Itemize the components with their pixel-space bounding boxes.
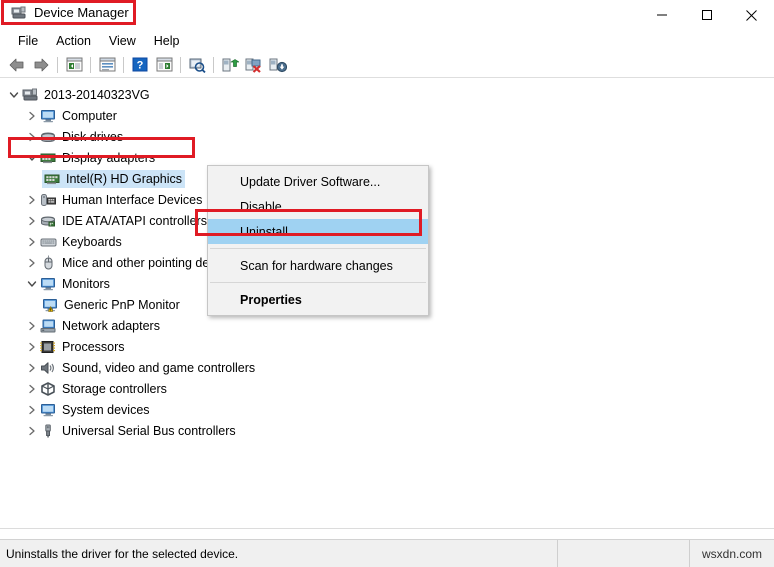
menu-help[interactable]: Help [145, 32, 189, 50]
chevron-right-icon[interactable] [24, 129, 40, 145]
chevron-down-icon[interactable] [6, 87, 22, 103]
back-button[interactable] [6, 54, 28, 76]
status-pane-secondary [558, 540, 690, 567]
toolbar-separator [57, 56, 58, 73]
computer-icon [40, 108, 57, 124]
tree-item-system-devices[interactable]: System devices [0, 399, 560, 420]
mouse-icon [40, 255, 57, 271]
chevron-right-icon[interactable] [24, 402, 40, 418]
context-menu-separator [210, 282, 426, 283]
device-manager-icon [11, 5, 27, 21]
usb-controller-icon [40, 423, 57, 439]
toolbar-separator [213, 56, 214, 73]
monitor-warning-icon [42, 297, 59, 313]
window-title: Device Manager [34, 5, 129, 20]
tree-item-usb-controllers[interactable]: Universal Serial Bus controllers [0, 420, 560, 441]
toolbar-separator [123, 56, 124, 73]
minimize-button[interactable] [639, 0, 684, 30]
help-question-icon[interactable]: ? [129, 54, 151, 76]
chevron-down-icon[interactable] [24, 150, 40, 166]
chevron-right-icon[interactable] [24, 339, 40, 355]
context-menu-item-update-driver-software[interactable]: Update Driver Software... [208, 169, 428, 194]
console-tree-icon[interactable] [63, 54, 85, 76]
tree-item-processors[interactable]: Processors [0, 336, 560, 357]
tree-item-label: Processors [62, 339, 125, 354]
system-device-icon [40, 402, 57, 418]
display-adapter-icon [44, 171, 61, 187]
tree-item-network-adapters[interactable]: Network adapters [0, 315, 560, 336]
ide-controller-icon [40, 213, 57, 229]
tree-item-storage-controllers[interactable]: Storage controllers [0, 378, 560, 399]
processor-icon [40, 339, 57, 355]
menu-file[interactable]: File [9, 32, 47, 50]
update-driver-icon[interactable] [219, 54, 241, 76]
menu-action[interactable]: Action [47, 32, 100, 50]
title-bar: Device Manager [0, 0, 774, 30]
tree-item-label: Universal Serial Bus controllers [62, 423, 236, 438]
chevron-right-icon[interactable] [24, 381, 40, 397]
maximize-button[interactable] [684, 0, 729, 30]
toolbar-separator [180, 56, 181, 73]
tree-item-label: Generic PnP Monitor [64, 297, 180, 312]
chevron-right-icon[interactable] [24, 234, 40, 250]
toolbar: ? [0, 52, 774, 78]
chevron-down-icon[interactable] [24, 276, 40, 292]
chevron-right-icon[interactable] [24, 318, 40, 334]
chevron-right-icon[interactable] [24, 213, 40, 229]
chevron-right-icon[interactable] [24, 255, 40, 271]
tree-item-label: Storage controllers [62, 381, 167, 396]
context-menu[interactable]: Update Driver Software... Disable Uninst… [207, 165, 429, 316]
tree-item-label: Keyboards [62, 234, 122, 249]
status-message: Uninstalls the driver for the selected d… [0, 540, 558, 567]
tree-item-root[interactable]: 2013-20140323VG [0, 84, 560, 105]
menu-bar: File Action View Help [0, 30, 774, 52]
tree-item-label: Disk drives [62, 129, 124, 144]
menu-view[interactable]: View [100, 32, 145, 50]
tree-item-disk-drives[interactable]: Disk drives [0, 126, 560, 147]
disk-drive-icon [40, 129, 57, 145]
tree-item-label: Sound, video and game controllers [62, 360, 256, 375]
tree-item-label: System devices [62, 402, 150, 417]
tree-item-label: Monitors [62, 276, 110, 291]
chevron-right-icon[interactable] [24, 423, 40, 439]
context-menu-separator [210, 248, 426, 249]
tree-item-computer[interactable]: Computer [0, 105, 560, 126]
uninstall-red-x-icon[interactable] [243, 54, 265, 76]
context-menu-item-scan-for-hardware-changes[interactable]: Scan for hardware changes [208, 253, 428, 278]
disable-down-arrow-icon[interactable] [267, 54, 289, 76]
keyboard-icon [40, 234, 57, 250]
context-menu-item-uninstall[interactable]: Uninstall [208, 219, 428, 244]
properties-window-icon[interactable] [96, 54, 118, 76]
tree-item-label: Computer [62, 108, 117, 123]
display-adapter-icon [40, 150, 57, 166]
svg-text:?: ? [137, 60, 144, 72]
action-pane-icon[interactable] [153, 54, 175, 76]
scan-magnifier-icon[interactable] [186, 54, 208, 76]
storage-controller-icon [40, 381, 57, 397]
chevron-right-icon[interactable] [24, 360, 40, 376]
tree-item-label: 2013-20140323VG [44, 87, 150, 102]
monitor-icon [40, 276, 57, 292]
status-bar: Uninstalls the driver for the selected d… [0, 539, 774, 567]
window-controls [639, 0, 774, 30]
window-title-highlight: Device Manager [1, 0, 136, 25]
watermark: wsxdn.com [701, 546, 763, 561]
close-button[interactable] [729, 0, 774, 30]
tree-item-label: Display adapters [62, 150, 156, 165]
context-menu-item-disable[interactable]: Disable [208, 194, 428, 219]
network-adapter-icon [40, 318, 57, 334]
tree-item-label: IDE ATA/ATAPI controllers [62, 213, 207, 228]
chevron-right-icon[interactable] [24, 108, 40, 124]
context-menu-item-properties[interactable]: Properties [208, 287, 428, 312]
hid-icon [40, 192, 57, 208]
tree-item-label: Human Interface Devices [62, 192, 203, 207]
computer-root-icon [22, 87, 39, 103]
chevron-right-icon[interactable] [24, 192, 40, 208]
tree-item-label: Intel(R) HD Graphics [66, 171, 182, 186]
toolbar-separator [90, 56, 91, 73]
forward-button[interactable] [30, 54, 52, 76]
sound-speaker-icon [40, 360, 57, 376]
tree-item-sound-video-game[interactable]: Sound, video and game controllers [0, 357, 560, 378]
tree-item-label: Network adapters [62, 318, 160, 333]
